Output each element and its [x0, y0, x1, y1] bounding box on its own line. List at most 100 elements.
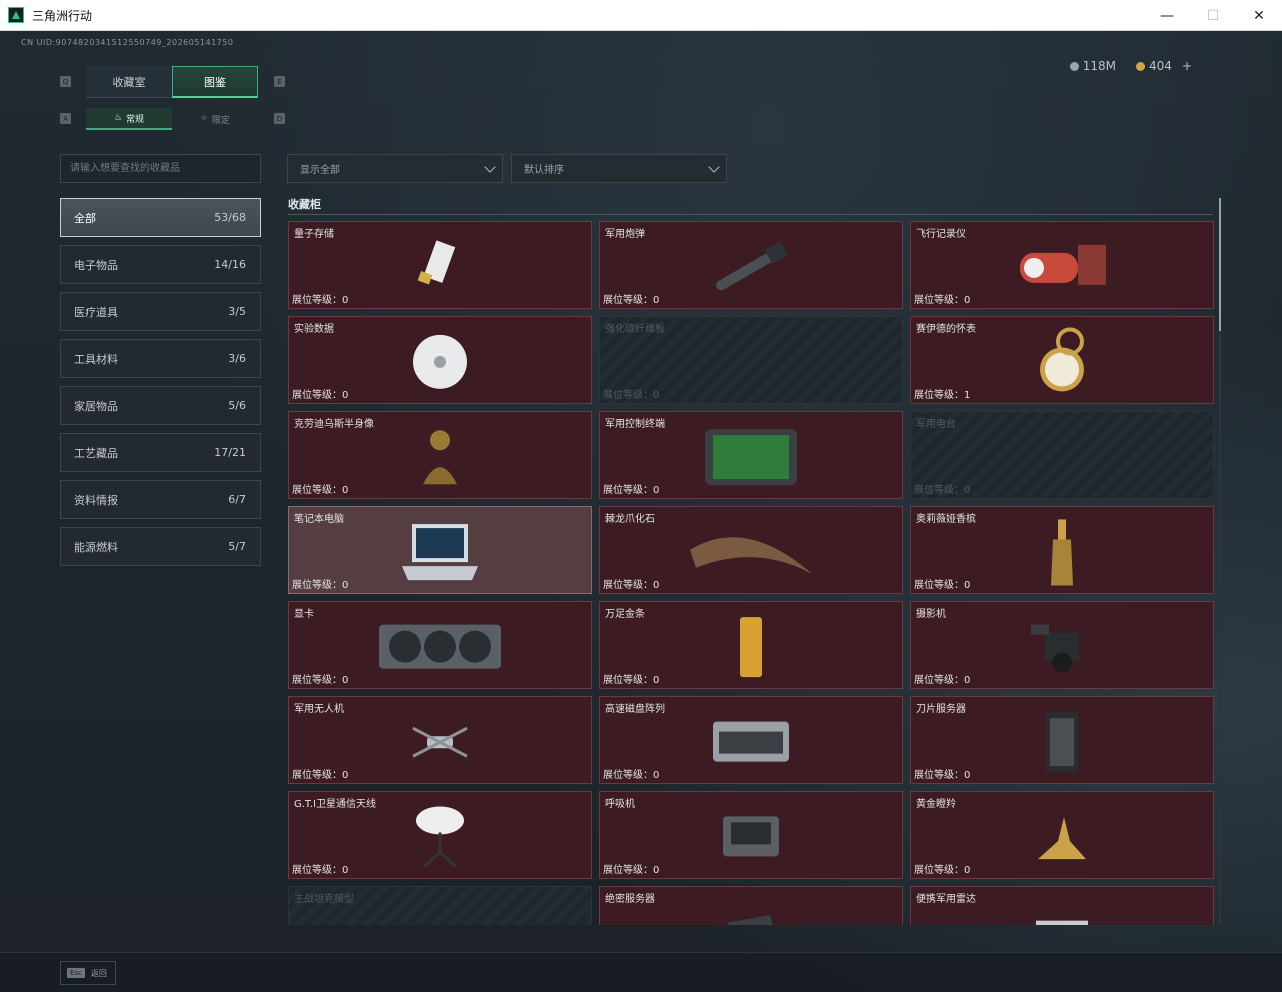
collection-card[interactable]: G.T.I卫星通信天线 展位等级：0	[288, 791, 592, 879]
subtab-prev-key-hint: A	[60, 113, 71, 124]
collection-card[interactable]: 笔记本电脑 展位等级：0	[288, 506, 592, 594]
flame-icon: ♨	[113, 113, 123, 123]
display-level: 展位等级：0	[603, 671, 659, 686]
collection-card[interactable]: 棘龙爪化石 展位等级：0	[599, 506, 903, 594]
collection-card[interactable]: 军用电台 展位等级：0	[910, 411, 1214, 499]
category-label: 工艺藏品	[74, 446, 118, 460]
display-level-prefix: 展位等级：	[603, 770, 653, 781]
tab-collection-room[interactable]: 收藏室	[86, 66, 172, 98]
category-item[interactable]: 全部 53/68	[60, 198, 261, 237]
category-label: 电子物品	[74, 258, 118, 272]
collection-grid: 量子存储 展位等级：0 军用炮弹 展位等级：0 飞行记录仪 展位等级：0 实验数据 展位等级：…	[288, 221, 1214, 925]
item-name: 军用控制终端	[605, 419, 665, 430]
scrollbar-thumb[interactable]	[1219, 198, 1221, 331]
category-count: 5/7	[228, 540, 246, 553]
display-level-prefix: 展位等级：	[914, 390, 964, 401]
back-button[interactable]: Esc 返回	[60, 961, 116, 985]
maximize-button[interactable]: ☐	[1190, 0, 1236, 31]
flight-recorder-icon	[1012, 237, 1112, 301]
camera-icon	[1027, 619, 1097, 679]
collection-card[interactable]: 飞行记录仪 展位等级：0	[910, 221, 1214, 309]
collection-card[interactable]: 奥莉薇娅香槟展位等级：0	[910, 506, 1214, 594]
tab-codex[interactable]: 图鉴	[172, 66, 258, 98]
drone-icon	[405, 716, 475, 770]
collection-card[interactable]: 强化碳纤维板 展位等级：0	[599, 316, 903, 404]
category-label: 医疗道具	[74, 305, 118, 319]
item-name: 摄影机	[916, 609, 946, 620]
display-level-prefix: 展位等级：	[603, 295, 653, 306]
subtab-next-key-hint: D	[274, 113, 285, 124]
display-level-prefix: 展位等级：	[292, 675, 342, 686]
collection-card[interactable]: 刀片服务器 展位等级：0	[910, 696, 1214, 784]
item-name: 绝密服务器	[605, 894, 655, 905]
item-name: 刀片服务器	[916, 704, 966, 715]
display-level-value: 0	[964, 675, 971, 686]
display-level-prefix: 展位等级：	[292, 865, 342, 876]
disk-array-icon	[709, 714, 793, 774]
golden-gazelle-icon	[1030, 805, 1094, 873]
silver-amount: 118M	[1082, 59, 1117, 73]
item-name: 奥莉薇娅香槟	[916, 514, 976, 525]
collection-card[interactable]: 黄金瞪羚 展位等级：0	[910, 791, 1214, 879]
display-level-value: 0	[653, 675, 660, 686]
category-sidebar: 全部 53/68 电子物品 14/16 医疗道具 3/5 工具材料 3/6 家居物品 5/6 工艺藏…	[60, 198, 261, 574]
item-name: 强化碳纤维板	[605, 324, 665, 335]
category-item[interactable]: 家居物品 5/6	[60, 386, 261, 425]
claw-fossil-icon	[686, 522, 816, 586]
collection-card[interactable]: 军用炮弹 展位等级：0	[599, 221, 903, 309]
display-level-value: 0	[342, 770, 349, 781]
collection-card[interactable]: 主战坦克模型	[288, 886, 592, 925]
collection-card[interactable]: 万足金条 展位等级：0	[599, 601, 903, 689]
display-level-prefix: 展位等级：	[603, 485, 653, 496]
collection-card[interactable]: 绝密服务器	[599, 886, 903, 925]
graphics-card-icon	[375, 619, 505, 679]
collection-card[interactable]: 摄影机 展位等级：0	[910, 601, 1214, 689]
collection-card[interactable]: 量子存储 展位等级：0	[288, 221, 592, 309]
category-count: 3/6	[228, 352, 246, 365]
category-item[interactable]: 资料情报 6/7	[60, 480, 261, 519]
collection-search-input[interactable]	[60, 154, 261, 183]
collection-card[interactable]: 军用控制终端 展位等级：0	[599, 411, 903, 499]
gold-amount: 404	[1149, 59, 1172, 73]
radar-icon	[1030, 911, 1094, 925]
display-level-value: 0	[653, 865, 660, 876]
section-title: 收藏柜	[288, 198, 321, 211]
display-level: 展位等级：0	[603, 861, 659, 876]
category-item[interactable]: 能源燃料 5/7	[60, 527, 261, 566]
minimize-button[interactable]: —	[1144, 0, 1190, 31]
close-button[interactable]: ✕	[1236, 0, 1282, 31]
category-item[interactable]: 医疗道具 3/5	[60, 292, 261, 331]
sort-dropdown[interactable]: 默认排序	[511, 154, 727, 183]
collection-card[interactable]: 呼吸机 展位等级：0	[599, 791, 903, 879]
display-level-value: 0	[342, 865, 349, 876]
subtab-regular[interactable]: ♨ 常规	[86, 108, 172, 130]
satellite-dish-icon	[410, 802, 470, 876]
add-currency-button[interactable]: +	[1182, 59, 1192, 73]
item-name: G.T.I卫星通信天线	[294, 799, 376, 810]
display-level-value: 0	[653, 295, 660, 306]
category-count: 3/5	[228, 305, 246, 318]
category-item[interactable]: 工具材料 3/6	[60, 339, 261, 378]
subtab-limited[interactable]: ✧ 限定	[172, 108, 258, 130]
display-level: 展位等级：0	[914, 576, 970, 591]
collection-card[interactable]: 赛伊德的怀表 展位等级：1	[910, 316, 1214, 404]
category-count: 17/21	[214, 446, 246, 459]
collection-card[interactable]: 军用无人机 展位等级：0	[288, 696, 592, 784]
display-level-value: 0	[653, 770, 660, 781]
collection-card[interactable]: 克劳迪乌斯半身像 展位等级：0	[288, 411, 592, 499]
tab-prev-key-hint: Q	[60, 76, 71, 87]
display-level-value: 0	[342, 580, 349, 591]
collection-card[interactable]: 便携军用雷达	[910, 886, 1214, 925]
display-filter-dropdown[interactable]: 显示全部	[287, 154, 503, 183]
category-item[interactable]: 电子物品 14/16	[60, 245, 261, 284]
blade-server-icon	[1040, 710, 1084, 778]
chevron-down-icon	[484, 160, 496, 173]
collection-card[interactable]: 显卡 展位等级：0	[288, 601, 592, 689]
item-name: 棘龙爪化石	[605, 514, 655, 525]
category-item[interactable]: 工艺藏品 17/21	[60, 433, 261, 472]
collection-card[interactable]: 实验数据 展位等级：0	[288, 316, 592, 404]
collection-card[interactable]: 高速磁盘阵列 展位等级：0	[599, 696, 903, 784]
display-level: 展位等级：0	[914, 291, 970, 306]
window-titlebar: 三角洲行动 — ☐ ✕	[0, 0, 1282, 31]
display-level: 展位等级：0	[292, 576, 348, 591]
